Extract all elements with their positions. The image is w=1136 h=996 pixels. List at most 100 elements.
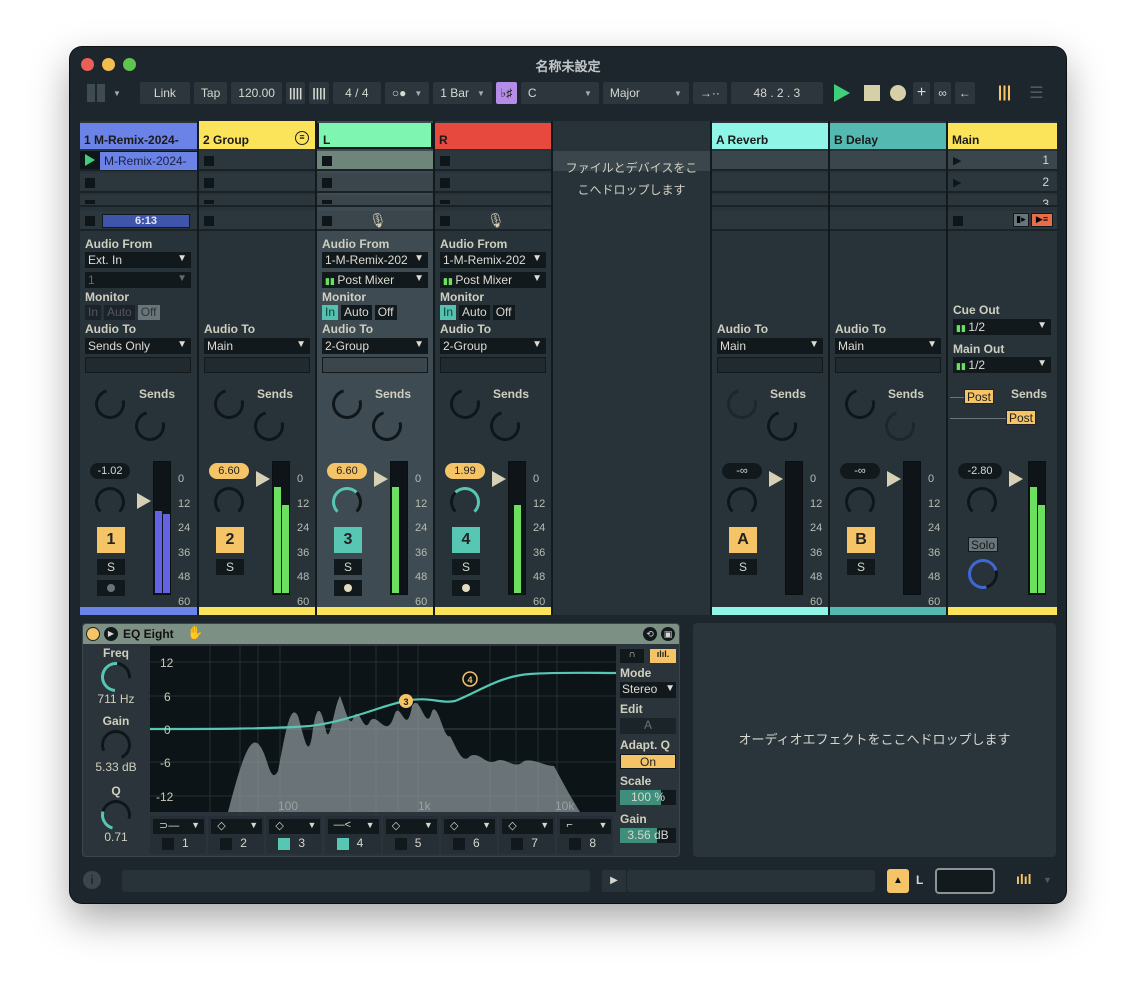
gain-value[interactable]: 5.33 dB — [86, 760, 146, 774]
stop-button[interactable] — [861, 82, 883, 104]
track-header[interactable]: A Reverb — [712, 123, 828, 149]
volume-value[interactable]: -2.80 — [958, 463, 1002, 479]
clip-slot[interactable] — [199, 151, 315, 171]
send-b-knob[interactable] — [761, 405, 803, 447]
track-activator[interactable]: 4 — [452, 527, 480, 553]
time-signature[interactable]: 4 / 4 — [332, 82, 381, 104]
audio-to-select[interactable]: 2-Group ▼ — [322, 338, 428, 354]
solo-button[interactable]: S — [847, 559, 875, 575]
input-channel-select[interactable]: 1 ▼ — [85, 272, 191, 288]
clip-slot[interactable] — [317, 173, 433, 193]
track-header[interactable]: L — [317, 123, 433, 149]
eq-display[interactable]: 3 4 12 6 0 -6 -12 100 1k 10k — [149, 646, 617, 813]
audio-from-select[interactable]: 1-M-Remix-202 ▼ — [322, 252, 428, 268]
pan-knob[interactable] — [95, 487, 125, 517]
record-button[interactable] — [887, 82, 909, 104]
solo-button[interactable]: S — [97, 559, 125, 575]
send-a-knob[interactable] — [444, 383, 486, 425]
add-button[interactable]: + — [912, 82, 931, 104]
device-thumbnail[interactable] — [935, 868, 995, 894]
pan-knob[interactable] — [845, 487, 875, 517]
audition-headphones-icon[interactable]: ∩ — [620, 649, 644, 663]
band-toggle[interactable] — [511, 838, 524, 850]
track-activator[interactable]: B — [847, 527, 875, 553]
monitor-auto[interactable]: Auto — [341, 305, 372, 320]
audio-from-select[interactable]: Ext. In ▼ — [85, 252, 191, 268]
hot-swap-icon[interactable]: ⟲ — [643, 627, 657, 641]
clip-slot[interactable] — [317, 195, 433, 207]
volume-value[interactable]: 1.99 — [445, 463, 485, 479]
scene-launch[interactable]: 3 — [948, 195, 1057, 207]
device-on-toggle[interactable] — [86, 627, 100, 641]
output-channel-box[interactable] — [835, 357, 941, 373]
solo-button[interactable]: S — [216, 559, 244, 575]
tap-button[interactable]: Tap — [193, 82, 228, 104]
hand-icon[interactable]: ✋ — [187, 625, 203, 641]
monitor-in[interactable]: In — [85, 305, 102, 320]
volume-value[interactable]: -∞ — [722, 463, 762, 479]
track-activator[interactable]: A — [729, 527, 757, 553]
solo-button[interactable]: S — [729, 559, 757, 575]
stop-clip-button[interactable] — [85, 216, 95, 226]
monitor-auto[interactable]: Auto — [459, 305, 490, 320]
filter-type-select[interactable]: ◇ ▼ — [385, 819, 437, 834]
freq-value[interactable]: 711 Hz — [86, 692, 146, 706]
session-view-button[interactable]: ||| — [991, 82, 1018, 104]
band-toggle[interactable] — [278, 838, 291, 850]
nudge-down-button[interactable]: |||| — [285, 82, 306, 104]
audio-to-select[interactable]: 2-Group ▼ — [440, 338, 546, 354]
arrangement-view-button[interactable]: ☰ — [1022, 82, 1050, 104]
key-select[interactable]: C ▼ — [520, 82, 599, 104]
audio-from-select[interactable]: 1-M-Remix-202 ▼ — [440, 252, 546, 268]
band-toggle[interactable] — [569, 838, 582, 850]
adaptive-q-toggle[interactable]: On — [620, 754, 676, 769]
clip-slot[interactable]: M-Remix-2024- — [80, 151, 197, 171]
filter-type-select[interactable]: —< ▼ — [327, 819, 379, 834]
audio-to-select[interactable]: Sends Only ▼ — [85, 338, 191, 354]
filter-type-select[interactable]: ⊃— ▼ — [153, 819, 204, 834]
session-record-icon[interactable]: ▶≡ — [1031, 213, 1053, 227]
scale-slider[interactable]: 100 % — [620, 790, 676, 805]
output-channel-box[interactable] — [322, 357, 428, 373]
track-activator[interactable]: 1 — [97, 527, 125, 553]
send-b-knob[interactable] — [879, 405, 921, 447]
quantize-select[interactable]: 1 Bar ▼ — [433, 82, 492, 104]
volume-slider[interactable] — [374, 471, 388, 487]
nudge-up-button[interactable]: |||| — [309, 82, 329, 104]
save-preset-icon[interactable]: ▣ — [661, 627, 675, 641]
send-b-knob[interactable] — [366, 405, 408, 447]
group-fold-icon[interactable]: ≡ — [295, 131, 309, 145]
send-a-post-toggle[interactable]: Post — [964, 389, 995, 404]
output-channel-box[interactable] — [717, 357, 823, 373]
audio-to-select[interactable]: Main ▼ — [717, 338, 823, 354]
clip-play-icon[interactable] — [85, 154, 95, 166]
info-icon[interactable]: i — [83, 871, 101, 889]
cue-out-select[interactable]: ▮▮ 1/2 ▼ — [953, 319, 1051, 335]
send-a-knob[interactable] — [89, 383, 131, 425]
pan-knob[interactable] — [727, 487, 757, 517]
monitor-auto[interactable]: Auto — [104, 305, 135, 320]
band-toggle[interactable] — [453, 838, 465, 850]
scene-launch[interactable]: ▶ 2 — [948, 173, 1057, 193]
main-out-select[interactable]: ▮▮ 1/2 ▼ — [953, 357, 1051, 373]
filter-type-select[interactable]: ◇ ▼ — [444, 819, 495, 834]
stop-clip-button[interactable] — [204, 216, 214, 226]
key-scale-toggle[interactable]: ♭♯ — [495, 82, 517, 104]
send-b-knob[interactable] — [248, 405, 290, 447]
track-header[interactable]: Main — [948, 123, 1057, 149]
arm-button[interactable] — [97, 580, 125, 596]
clip-slot[interactable] — [199, 195, 315, 207]
volume-slider[interactable] — [256, 471, 270, 487]
filter-type-select[interactable]: ⌐ ▼ — [560, 819, 612, 834]
cpu-meter-icon[interactable]: ılıl — [1016, 871, 1032, 887]
back-to-arrangement-button[interactable]: ← — [954, 82, 975, 104]
volume-value[interactable]: -∞ — [840, 463, 880, 479]
q-value[interactable]: 0.71 — [86, 830, 146, 844]
volume-value[interactable]: -1.02 — [90, 463, 130, 479]
midi-indicator-icon[interactable]: ▲ — [887, 869, 909, 893]
solo-button[interactable]: S — [452, 559, 480, 575]
view-toggle[interactable]: ▼ — [80, 82, 128, 104]
volume-slider[interactable] — [887, 471, 901, 487]
send-a-knob[interactable] — [721, 383, 763, 425]
pan-knob[interactable] — [967, 487, 997, 517]
